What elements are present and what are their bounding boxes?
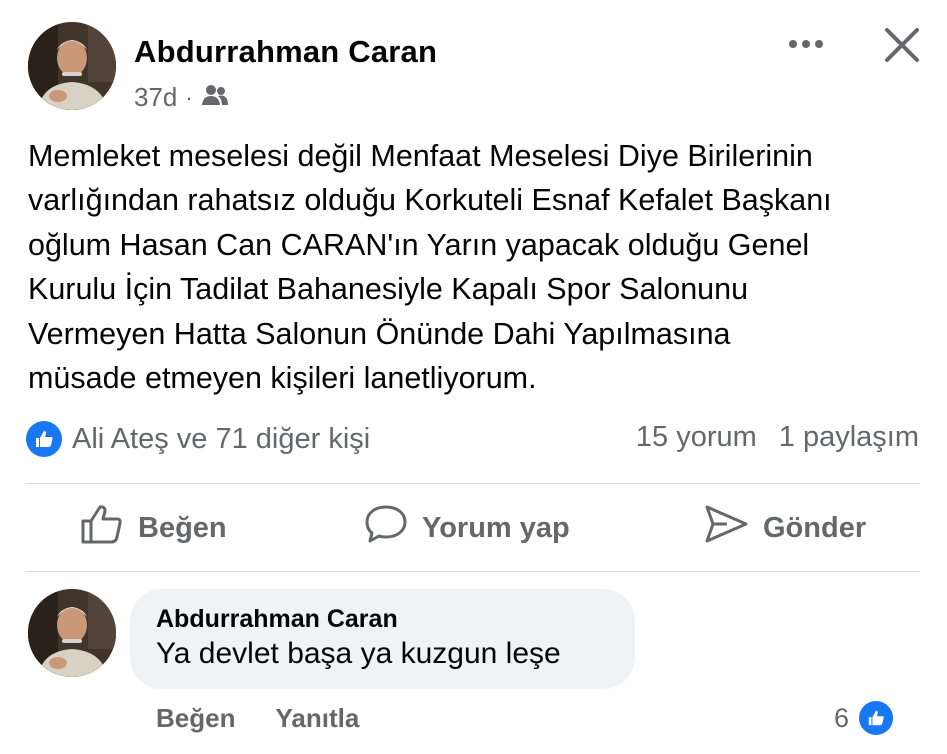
post-timestamp[interactable]: 37d [134, 82, 177, 113]
post-author-name[interactable]: Abdurrahman Caran [134, 34, 437, 70]
engagement-counts: 15 yorum 1 paylaşım [636, 421, 919, 454]
shares-count[interactable]: 1 paylaşım [779, 421, 919, 454]
post-text-line: Memleket meselesi değil Menfaat Meselesi… [28, 139, 813, 173]
comment-button-label: Yorum yap [422, 511, 570, 544]
send-icon [703, 503, 749, 553]
close-icon[interactable] [883, 26, 921, 64]
like-button[interactable]: Beğen [80, 503, 227, 553]
reaction-summary[interactable]: Ali Ateş ve 71 diğer kişi [26, 421, 370, 457]
post-text-line: varlığından rahatsız olduğu Korkuteli Es… [28, 183, 832, 218]
comment-reaction-count: 6 [833, 702, 849, 733]
like-button-label: Beğen [138, 511, 227, 544]
comment-reactions[interactable]: 6 [834, 699, 895, 737]
like-reaction-icon [26, 421, 62, 457]
comment-bubble[interactable]: Abdurrahman Caran Ya devlet başa ya kuzg… [130, 589, 635, 689]
avatar-photo [28, 22, 116, 110]
divider [26, 483, 920, 484]
avatar-photo [28, 589, 116, 677]
friends-icon[interactable] [201, 82, 229, 113]
author-avatar[interactable] [28, 22, 116, 110]
comments-count[interactable]: 15 yorum [636, 421, 757, 454]
commenter-avatar[interactable] [28, 589, 116, 677]
comment-button[interactable]: Yorum yap [364, 503, 570, 553]
comment-actions: Beğen Yanıtla [156, 703, 359, 734]
post-text-line: Kurulu İçin Tadilat Bahanesiyle Kapalı S… [28, 272, 749, 307]
comment-like-button[interactable]: Beğen [156, 703, 235, 734]
comment-author-name[interactable]: Abdurrahman Caran [156, 605, 398, 634]
send-button[interactable]: Gönder [703, 503, 866, 553]
post-text-line: oğlum Hasan Can CARAN'ın Yarın yapacak o… [28, 227, 810, 262]
post-body: Memleket meselesi değil Menfaat Meselesi… [28, 134, 928, 400]
reaction-summary-text: Ali Ateş ve 71 diğer kişi [72, 422, 371, 455]
post-text-line: Vermeyen Hatta Salonun Önünde Dahi Yapıl… [28, 316, 731, 351]
send-button-label: Gönder [763, 511, 867, 544]
like-reaction-icon [857, 699, 895, 737]
meta-separator: · [185, 84, 193, 110]
comment-icon [364, 503, 408, 553]
post-text-line: müsade etmeyen kişileri lanetliyorum. [28, 361, 537, 396]
comment-text: Ya devlet başa ya kuzgun leşe [156, 637, 561, 670]
more-options-icon[interactable] [786, 32, 826, 56]
comment-reply-button[interactable]: Yanıtla [275, 703, 359, 734]
post-meta: 37d · [134, 82, 229, 113]
divider [26, 571, 920, 572]
thumbs-up-icon [80, 503, 124, 553]
